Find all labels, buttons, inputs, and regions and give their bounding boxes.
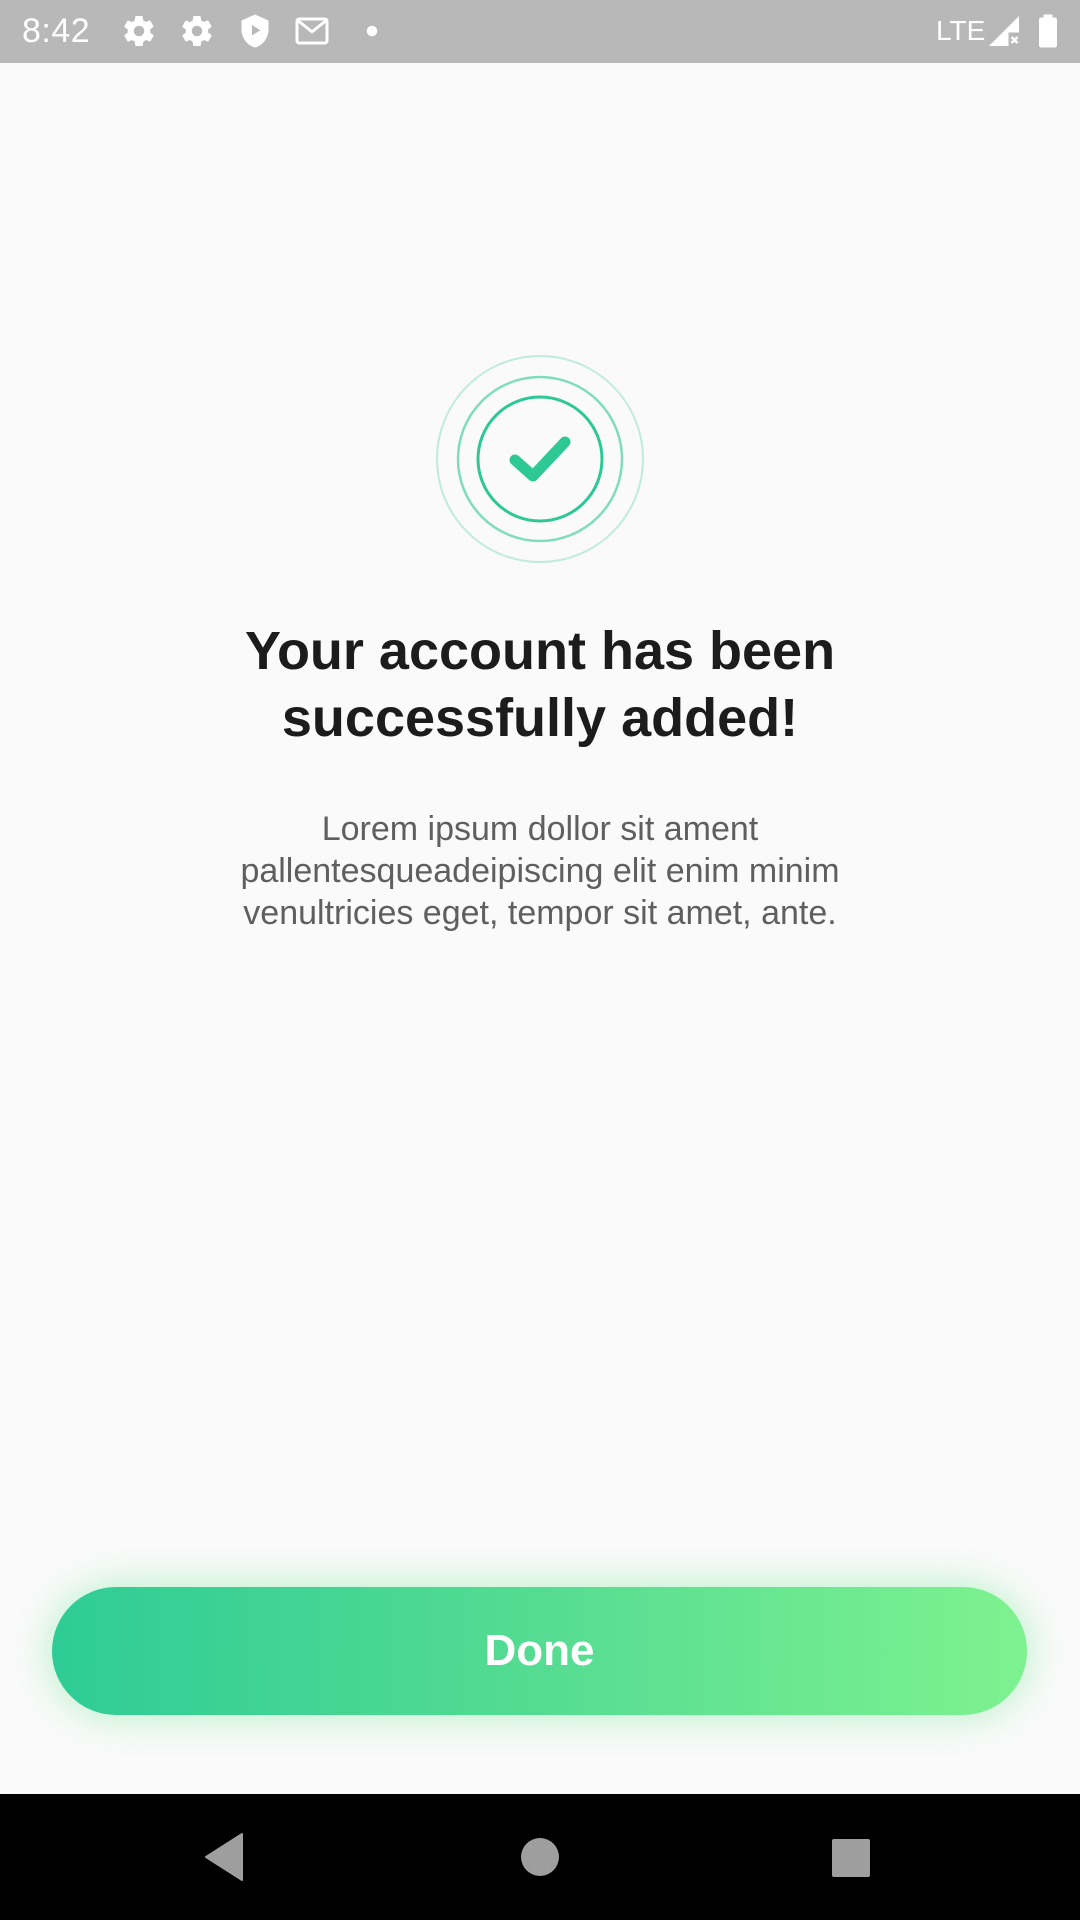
settings-icon [124,15,154,47]
shield-play-icon [241,14,269,48]
done-button[interactable]: Done [52,1587,1027,1715]
back-icon[interactable] [192,1824,258,1890]
recents-icon[interactable] [817,1824,883,1890]
description-line-1: Lorem ipsum dollor sit ament [321,810,759,848]
success-title: Your account has been successfully added… [140,618,940,752]
status-time: 8:42 [22,12,91,50]
gmail-icon [295,17,329,45]
network-type: LTE [936,15,986,46]
battery-icon [1039,14,1057,48]
success-screen: 8:42 LTE Your account has been successfu… [0,0,1080,1920]
description-line-3: venultricies eget, tempor sit amet, ante… [243,894,837,932]
description-line-2: pallentesqueadeipiscing elit enim minim [240,852,840,890]
status-bar: 8:42 LTE [0,0,1080,63]
success-title-line-2: successfully added! [281,688,799,748]
success-description: Lorem ipsum dollor sit ament pallentesqu… [160,808,920,934]
settings-icon [182,15,212,47]
signal-icon [989,16,1019,46]
navigation-bar [0,1794,1080,1920]
check-circle-icon [436,355,644,563]
success-title-line-1: Your account has been [244,621,836,681]
home-icon[interactable] [507,1824,573,1890]
notification-dot-icon [366,25,378,37]
